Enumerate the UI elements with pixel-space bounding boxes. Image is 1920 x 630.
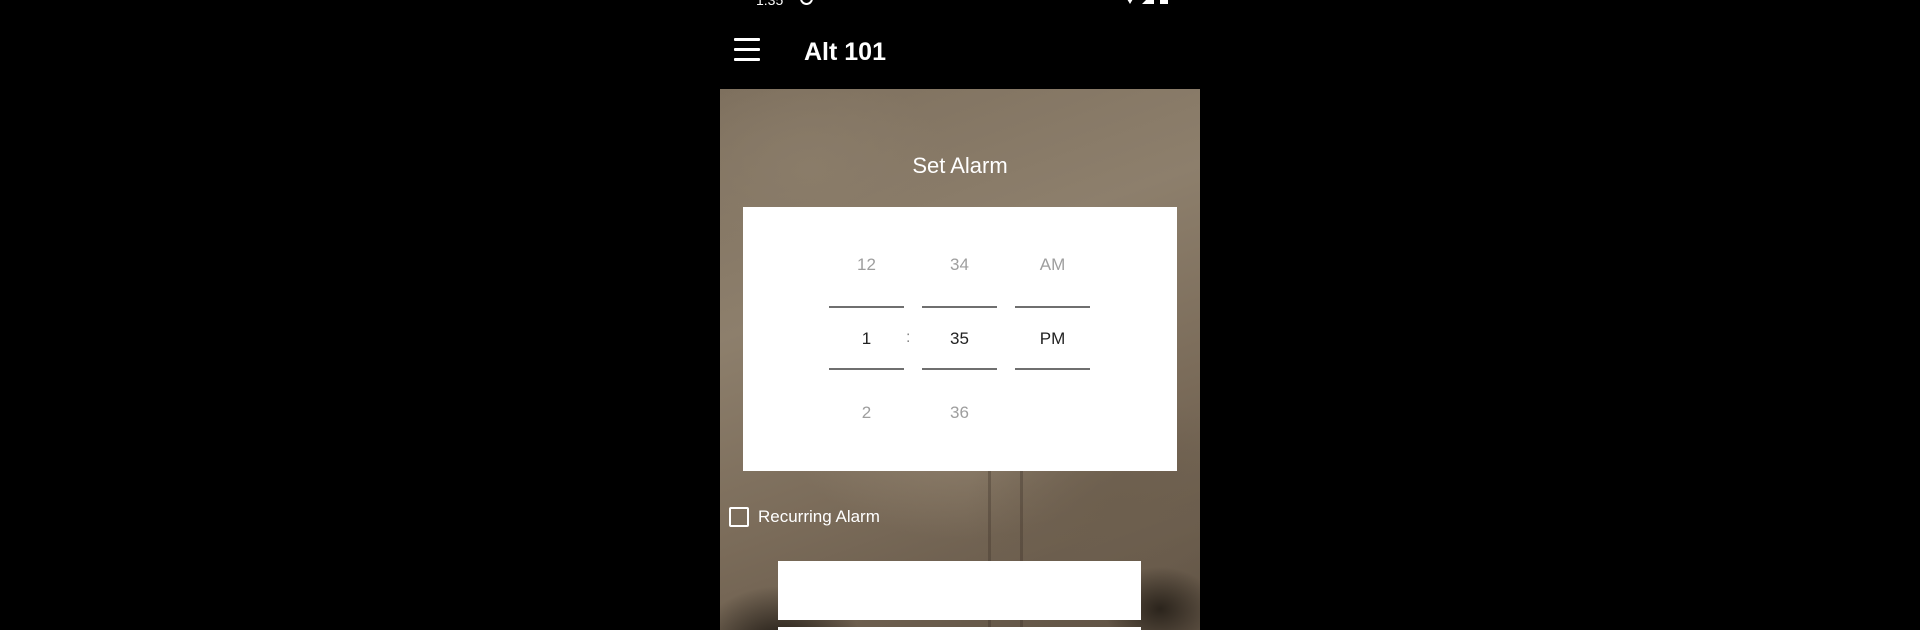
time-picker: 12 1 2 : 34 35 36 AM PM (743, 207, 1177, 471)
minute-prev-value[interactable]: 34 (922, 255, 997, 275)
ampm-prev-value[interactable]: AM (1015, 255, 1090, 275)
recurring-alarm-option[interactable]: Recurring Alarm (729, 505, 880, 529)
alarm-content: Set Alarm 12 1 2 : 34 35 36 AM PM Recurr… (720, 89, 1200, 630)
alarm-input-field[interactable] (778, 561, 1141, 620)
minute-next-value[interactable]: 36 (922, 403, 997, 423)
recurring-alarm-checkbox[interactable] (729, 507, 749, 527)
set-alarm-heading: Set Alarm (912, 153, 1008, 178)
minute-spinner[interactable]: 34 35 36 (922, 207, 997, 471)
ampm-current-value[interactable]: PM (1015, 329, 1090, 349)
divider (922, 368, 997, 370)
recurring-alarm-label[interactable]: Recurring Alarm (758, 507, 880, 527)
signal-icon (1142, 0, 1154, 4)
divider (829, 368, 904, 370)
hour-next-value[interactable]: 2 (829, 403, 904, 423)
ampm-spinner[interactable]: AM PM (1015, 207, 1090, 471)
phone-screen: 1:35 Alt 101 Set Alarm 12 1 2 : 34 35 36… (720, 0, 1200, 630)
divider (829, 306, 904, 308)
app-bar: Alt 101 (720, 20, 1200, 88)
hamburger-menu-icon[interactable] (734, 36, 760, 64)
divider (1015, 368, 1090, 370)
status-time: 1:35 (756, 0, 784, 8)
alarm-clock-icon (800, 0, 813, 5)
app-title: Alt 101 (804, 38, 886, 66)
battery-icon (1160, 0, 1168, 4)
hour-prev-value[interactable]: 12 (829, 255, 904, 275)
status-icons (1124, 0, 1168, 4)
hour-current-value[interactable]: 1 (829, 329, 904, 349)
status-bar: 1:35 (720, 0, 1200, 8)
divider (1015, 306, 1090, 308)
divider (922, 306, 997, 308)
minute-current-value[interactable]: 35 (922, 329, 997, 349)
wifi-icon (1124, 0, 1136, 4)
time-separator: : (906, 329, 911, 346)
hour-spinner[interactable]: 12 1 2 (829, 207, 904, 471)
